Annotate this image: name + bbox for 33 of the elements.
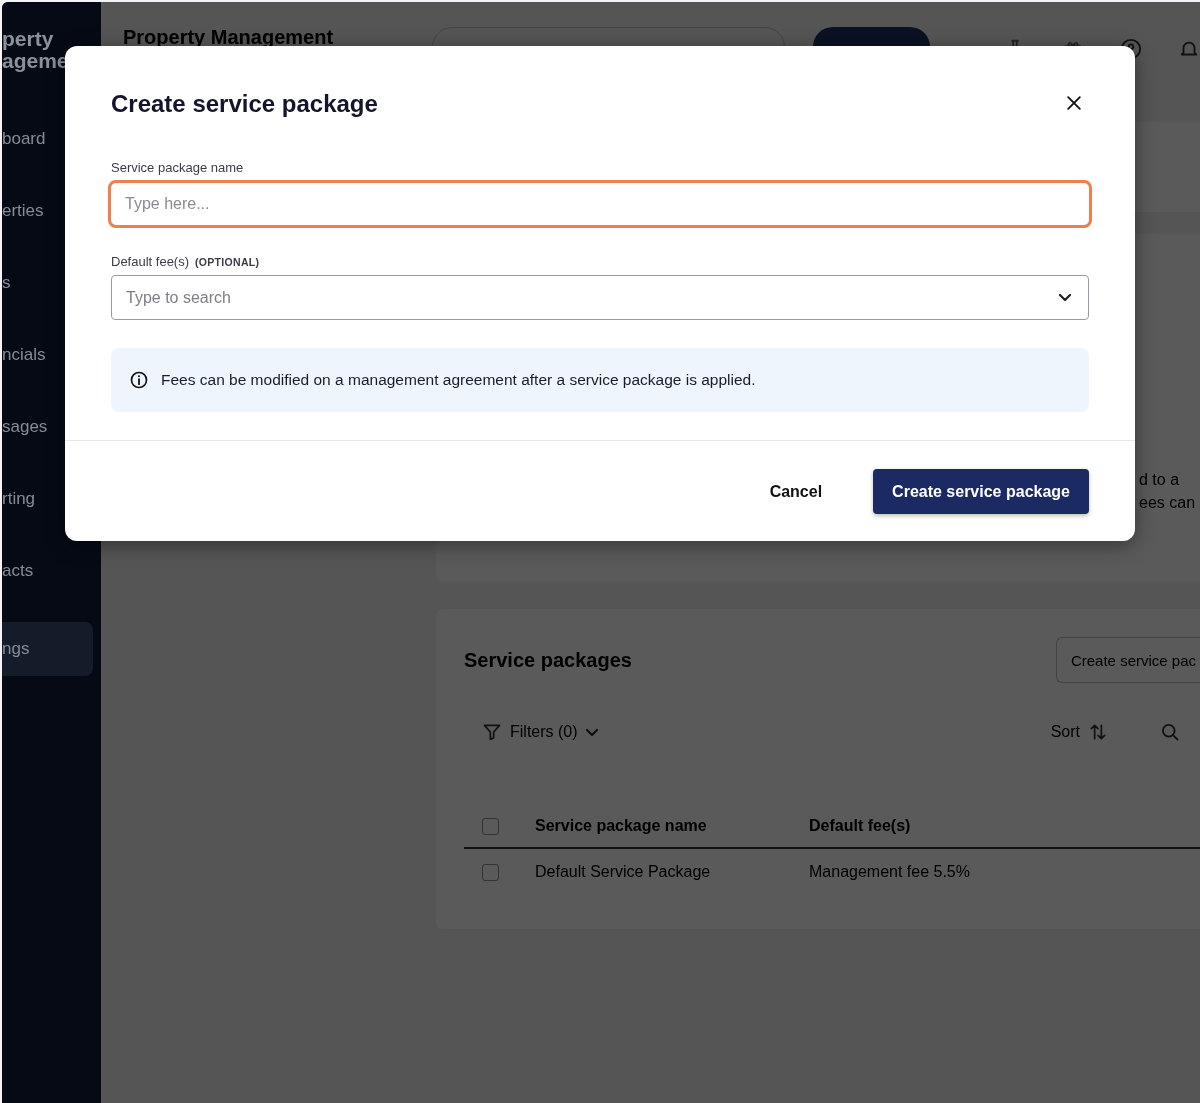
logo-text: ageme <box>2 50 70 72</box>
fees-search-field[interactable]: Type to search <box>111 275 1089 320</box>
column-header: Default fee(s) <box>809 817 911 835</box>
logo-text: perty <box>2 28 55 50</box>
close-icon <box>1064 93 1084 113</box>
field-label: Default fee(s) <box>111 254 190 269</box>
sort-arrows-icon <box>1088 722 1108 742</box>
field-label: Service package name <box>111 160 245 175</box>
name-input-field[interactable]: Type here... <box>108 180 1092 228</box>
info-icon <box>129 370 149 390</box>
checkbox[interactable] <box>482 817 499 835</box>
description-text: ees can <box>1139 493 1197 513</box>
column-header: Service package name <box>535 817 708 835</box>
filters-button[interactable]: Filters (0) <box>482 722 598 742</box>
create-button[interactable]: Create service package <box>873 469 1089 514</box>
description-text: d to a <box>1139 470 1181 490</box>
chevron-down-icon[interactable] <box>1059 294 1071 301</box>
checkbox[interactable] <box>482 863 499 881</box>
nav-item[interactable]: acts <box>2 550 93 592</box>
create-button[interactable]: Create service pac <box>1055 637 1200 683</box>
table-cell: Management fee 5.5% <box>809 863 970 881</box>
info-text: Fees can be modified on a management agreement after a service package is applied. <box>161 371 756 389</box>
cancel-button[interactable]: Cancel <box>750 469 842 514</box>
search-icon[interactable] <box>1160 722 1180 742</box>
page-title: Property Management <box>123 26 335 49</box>
filter-icon <box>482 722 502 742</box>
section-title: Service packages <box>464 648 632 672</box>
chevron-down-icon <box>585 728 598 736</box>
sort-button[interactable]: Sort <box>1044 721 1114 743</box>
table-cell-text: Default Service Package <box>535 863 712 881</box>
optional-tag: (OPTIONAL) <box>195 255 260 268</box>
dialog-title: Create service package <box>111 90 378 118</box>
nav-item[interactable]: ngs <box>2 622 93 676</box>
